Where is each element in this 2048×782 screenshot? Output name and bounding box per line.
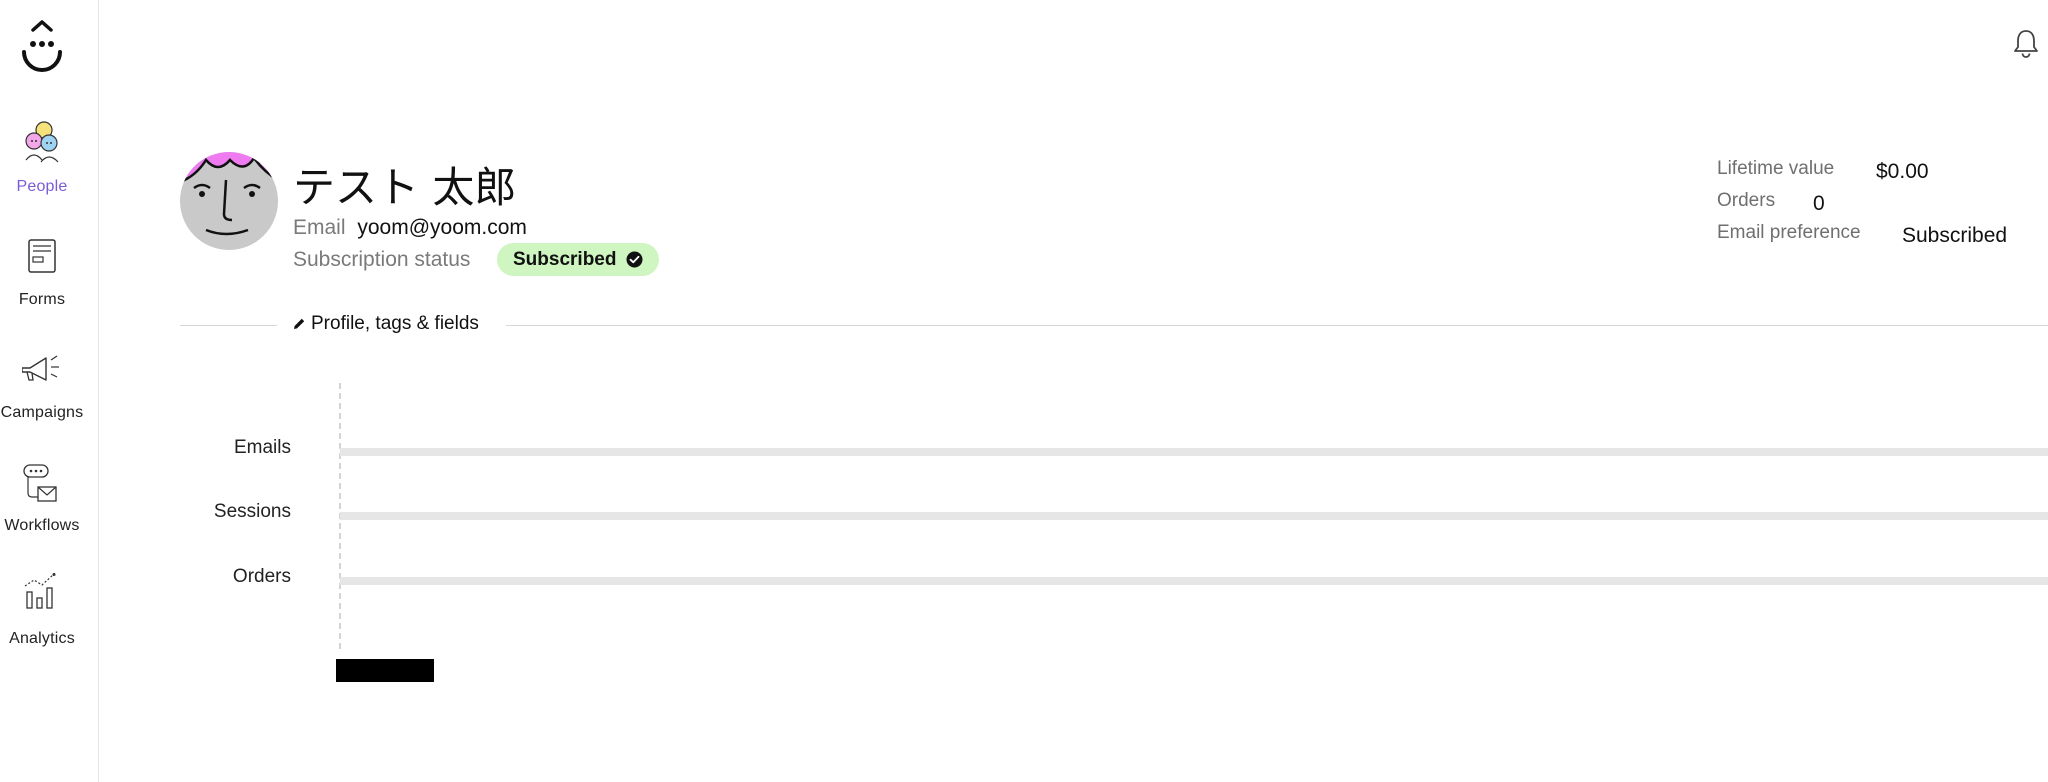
divider [180, 325, 277, 326]
timeline-range-marker[interactable] [336, 659, 434, 682]
people-icon [25, 121, 59, 163]
check-circle-icon [626, 251, 643, 268]
bell-icon[interactable] [2012, 28, 2040, 58]
divider [506, 325, 2048, 326]
sidebar-item-people[interactable]: People [0, 120, 98, 220]
sidebar-item-label: People [16, 178, 68, 195]
email-label: Email [293, 216, 346, 239]
timeline-track-emails [340, 448, 2048, 456]
sidebar-item-label: Campaigns [0, 404, 84, 421]
profile-tags-fields-label: Profile, tags & fields [311, 313, 479, 334]
subscription-status-badge: Subscribed [497, 243, 660, 276]
email-preference-value: Subscribed [1902, 224, 2008, 247]
workflow-icon [23, 464, 57, 502]
orders-label: Orders [1717, 190, 1776, 211]
profile-name: テスト 太郎 [293, 163, 517, 212]
sidebar-item-campaigns[interactable]: Campaigns [0, 346, 98, 446]
sidebar-item-workflows[interactable]: Workflows [0, 459, 98, 559]
lifetime-value-label: Lifetime value [1717, 158, 1835, 179]
email-value: yoom@yoom.com [357, 216, 527, 239]
email-preference-label: Email preference [1717, 222, 1861, 243]
sidebar-item-label: Workflows [4, 517, 80, 534]
timeline-track-sessions [340, 512, 2048, 520]
timeline-row-label-sessions: Sessions [213, 501, 291, 522]
app-logo-icon[interactable] [19, 18, 65, 74]
avatar [180, 152, 278, 250]
orders-value: 0 [1813, 192, 1825, 215]
email-row: Email yoom@yoom.com [293, 216, 527, 240]
megaphone-icon [22, 355, 59, 381]
lifetime-value: $0.00 [1876, 160, 1929, 183]
sidebar-item-analytics[interactable]: Analytics [0, 572, 98, 672]
sidebar-item-forms[interactable]: Forms [0, 233, 98, 333]
subscription-label: Subscription status [293, 248, 471, 271]
analytics-icon [24, 573, 56, 609]
timeline-row-label-emails: Emails [233, 437, 291, 458]
sidebar: People Forms Campaigns Workflows Analyti… [0, 0, 99, 782]
form-icon [28, 239, 56, 273]
timeline-row-label-orders: Orders [232, 566, 291, 587]
sidebar-item-label: Forms [18, 291, 66, 308]
profile-tags-fields-button[interactable]: Profile, tags & fields [292, 313, 479, 335]
subscription-status-text: Subscribed [513, 248, 617, 270]
timeline-track-orders [340, 577, 2048, 585]
pencil-icon [294, 318, 305, 329]
subscription-row: Subscription status [293, 248, 470, 272]
sidebar-item-label: Analytics [9, 630, 75, 647]
